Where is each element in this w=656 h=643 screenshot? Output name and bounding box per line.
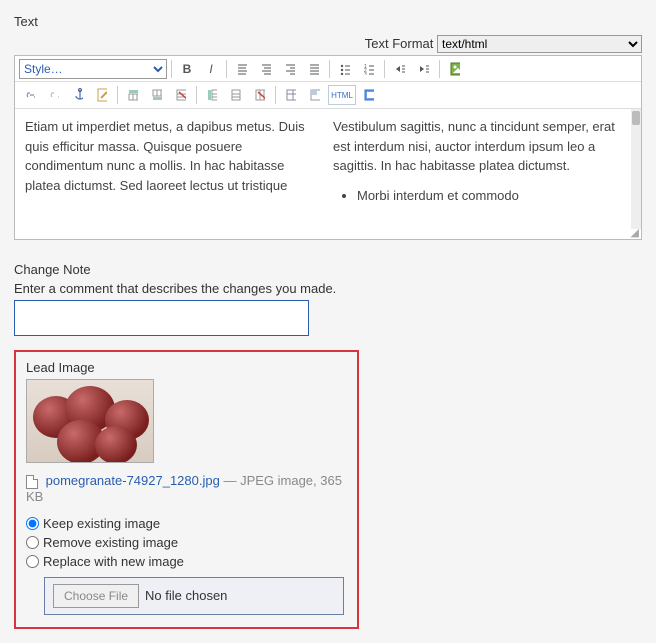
editor-toolbar-row1: Style… B I 123 xyxy=(15,56,641,82)
toolbar-separator xyxy=(329,60,330,78)
editor-column-left: Etiam ut imperdiet metus, a dapibus metu… xyxy=(15,109,323,229)
table-col-delete-button[interactable] xyxy=(249,85,271,105)
keep-image-radio[interactable] xyxy=(26,517,39,530)
lead-image-options: Keep existing image Remove existing imag… xyxy=(26,516,347,569)
rich-text-editor: Style… B I 123 xyxy=(14,55,642,240)
bold-button[interactable]: B xyxy=(176,59,198,79)
unlink-button[interactable] xyxy=(43,85,65,105)
lead-image-label: Lead Image xyxy=(26,360,347,375)
remove-image-option[interactable]: Remove existing image xyxy=(26,535,347,550)
resize-handle-icon[interactable]: ◢ xyxy=(15,229,641,239)
replace-image-label: Replace with new image xyxy=(43,554,184,569)
replace-image-option[interactable]: Replace with new image xyxy=(26,554,347,569)
numbered-list-button[interactable]: 123 xyxy=(358,59,380,79)
svg-text:3: 3 xyxy=(364,72,367,75)
italic-button[interactable]: I xyxy=(200,59,222,79)
text-format-select[interactable]: text/html xyxy=(437,35,642,53)
toolbar-separator xyxy=(439,60,440,78)
toolbar-separator xyxy=(117,86,118,104)
change-note-input[interactable] xyxy=(14,300,309,336)
align-justify-button[interactable] xyxy=(303,59,325,79)
html-button[interactable]: HTML xyxy=(328,85,356,105)
link-button[interactable] xyxy=(19,85,41,105)
toolbar-separator xyxy=(384,60,385,78)
choose-file-button[interactable]: Choose File xyxy=(53,584,139,608)
editor-toolbar-row2: HTML xyxy=(15,82,641,109)
remove-image-label: Remove existing image xyxy=(43,535,178,550)
outdent-button[interactable] xyxy=(389,59,411,79)
table-row-delete-button[interactable] xyxy=(170,85,192,105)
replace-image-radio[interactable] xyxy=(26,555,39,568)
text-format-label: Text Format xyxy=(365,36,434,51)
file-icon xyxy=(26,475,38,489)
no-file-chosen-text: No file chosen xyxy=(145,588,227,603)
edit-button[interactable] xyxy=(91,85,113,105)
anchor-button[interactable] xyxy=(67,85,89,105)
table-row-before-button[interactable] xyxy=(122,85,144,105)
editor-scrollbar[interactable] xyxy=(631,109,641,229)
remove-image-radio[interactable] xyxy=(26,536,39,549)
scrollbar-thumb[interactable] xyxy=(632,111,640,125)
toolbar-separator xyxy=(196,86,197,104)
style-table-button[interactable] xyxy=(280,85,302,105)
align-right-button[interactable] xyxy=(279,59,301,79)
lead-image-thumbnail xyxy=(26,379,154,463)
table-col-after-button[interactable] xyxy=(225,85,247,105)
editor-paragraph: Vestibulum sagittis, nunc a tincidunt se… xyxy=(333,119,615,173)
editor-column-right: Vestibulum sagittis, nunc a tincidunt se… xyxy=(323,109,631,229)
text-field-label: Text xyxy=(14,14,642,29)
indent-button[interactable] xyxy=(413,59,435,79)
file-picker: Choose File No file chosen xyxy=(44,577,344,615)
align-left-button[interactable] xyxy=(231,59,253,79)
toolbar-separator xyxy=(171,60,172,78)
toolbar-separator xyxy=(275,86,276,104)
style-dropdown[interactable]: Style… xyxy=(19,59,167,79)
fullscreen-button[interactable] xyxy=(358,85,380,105)
table-row-after-button[interactable] xyxy=(146,85,168,105)
lead-image-section: Lead Image pomegranate-74927_1280.jpg — … xyxy=(14,350,359,629)
table-col-before-button[interactable] xyxy=(201,85,223,105)
editor-content-area[interactable]: Etiam ut imperdiet metus, a dapibus metu… xyxy=(15,109,641,229)
bullet-list-button[interactable] xyxy=(334,59,356,79)
editor-list-item: Morbi interdum et commodo xyxy=(357,186,621,206)
keep-image-option[interactable]: Keep existing image xyxy=(26,516,347,531)
image-button[interactable] xyxy=(444,59,466,79)
change-note-help: Enter a comment that describes the chang… xyxy=(14,281,642,296)
keep-image-label: Keep existing image xyxy=(43,516,160,531)
change-note-label: Change Note xyxy=(14,262,642,277)
style-cell-button[interactable] xyxy=(304,85,326,105)
lead-image-filename-link[interactable]: pomegranate-74927_1280.jpg xyxy=(46,473,220,488)
align-center-button[interactable] xyxy=(255,59,277,79)
toolbar-separator xyxy=(226,60,227,78)
